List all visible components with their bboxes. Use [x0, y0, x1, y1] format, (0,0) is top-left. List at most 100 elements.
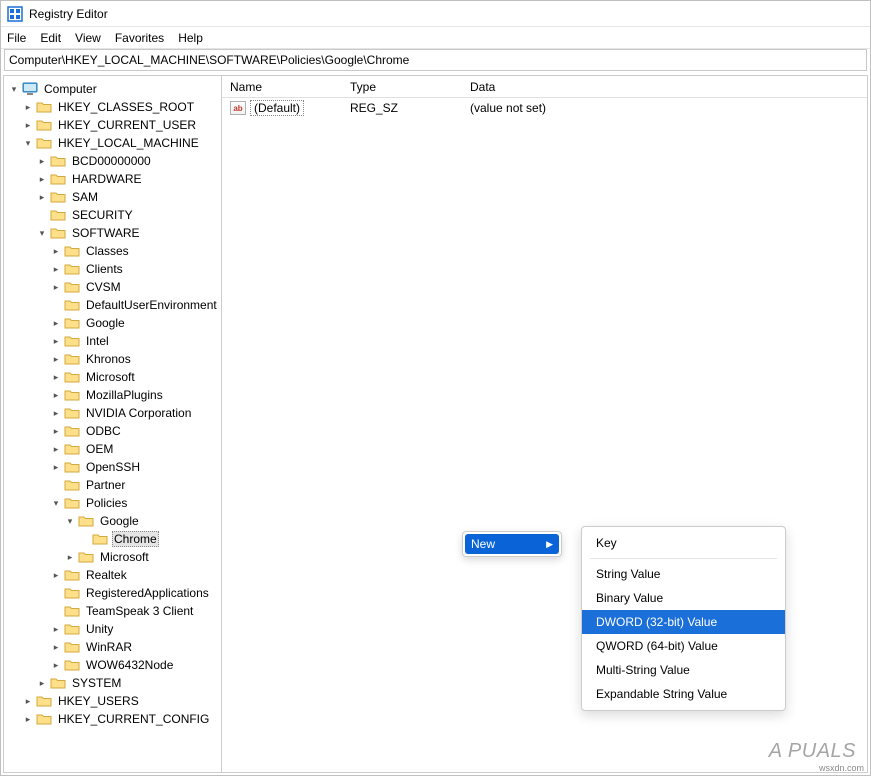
folder-icon — [64, 352, 80, 366]
tree-regapps[interactable]: ▸RegisteredApplications — [8, 584, 221, 602]
tree-microsoft-sw[interactable]: ▸Microsoft — [8, 368, 221, 386]
chevron-right-icon[interactable]: ▸ — [50, 425, 62, 437]
tree-clients[interactable]: ▸Clients — [8, 260, 221, 278]
list-row[interactable]: ab (Default) REG_SZ (value not set) — [222, 98, 867, 118]
chevron-right-icon[interactable]: ▸ — [36, 191, 48, 203]
folder-icon — [64, 640, 80, 654]
chevron-right-icon[interactable]: ▸ — [50, 443, 62, 455]
menu-view[interactable]: View — [75, 31, 101, 45]
tree-hkcu[interactable]: ▸ HKEY_CURRENT_USER — [8, 116, 221, 134]
chevron-right-icon[interactable]: ▸ — [22, 119, 34, 131]
tree-chrome[interactable]: ▸Chrome — [8, 530, 221, 548]
tree-cvsm[interactable]: ▸CVSM — [8, 278, 221, 296]
window-title: Registry Editor — [29, 7, 108, 21]
chevron-right-icon[interactable]: ▸ — [50, 263, 62, 275]
tree-hkcr[interactable]: ▸ HKEY_CLASSES_ROOT — [8, 98, 221, 116]
tree-sam[interactable]: ▸ SAM — [8, 188, 221, 206]
folder-icon — [50, 226, 66, 240]
chevron-down-icon[interactable]: ▾ — [8, 83, 20, 95]
menu-item-expandable-string-value[interactable]: Expandable String Value — [582, 682, 785, 706]
tree-hklm[interactable]: ▾ HKEY_LOCAL_MACHINE — [8, 134, 221, 152]
chevron-right-icon[interactable]: ▸ — [22, 713, 34, 725]
tree-unity[interactable]: ▸ Unity — [8, 620, 221, 638]
tree-hardware[interactable]: ▸ HARDWARE — [8, 170, 221, 188]
chevron-right-icon[interactable]: ▸ — [50, 623, 62, 635]
chevron-right-icon[interactable]: ▸ — [50, 569, 62, 581]
menu-item-dword-value[interactable]: DWORD (32-bit) Value — [582, 610, 785, 634]
tree-ts3[interactable]: ▸TeamSpeak 3 Client — [8, 602, 221, 620]
chevron-right-icon[interactable]: ▸ — [50, 461, 62, 473]
chevron-down-icon[interactable]: ▾ — [64, 515, 76, 527]
menu-item-new[interactable]: New ▶ — [465, 534, 559, 554]
chevron-down-icon[interactable]: ▾ — [50, 497, 62, 509]
chevron-right-icon[interactable]: ▸ — [50, 407, 62, 419]
col-name[interactable]: Name — [222, 80, 342, 94]
chevron-right-icon[interactable]: ▸ — [50, 641, 62, 653]
address-bar[interactable]: Computer\HKEY_LOCAL_MACHINE\SOFTWARE\Pol… — [4, 49, 867, 71]
chevron-right-icon[interactable]: ▸ — [36, 155, 48, 167]
tree-intel[interactable]: ▸Intel — [8, 332, 221, 350]
chevron-right-icon[interactable]: ▸ — [50, 353, 62, 365]
tree-policies[interactable]: ▾Policies — [8, 494, 221, 512]
menu-item-qword-value[interactable]: QWORD (64-bit) Value — [582, 634, 785, 658]
menu-edit[interactable]: Edit — [40, 31, 61, 45]
chevron-right-icon[interactable]: ▸ — [22, 101, 34, 113]
tree-mozilla[interactable]: ▸MozillaPlugins — [8, 386, 221, 404]
chevron-right-icon[interactable]: ▸ — [22, 695, 34, 707]
folder-icon — [64, 586, 80, 600]
tree-google-pol[interactable]: ▾Google — [8, 512, 221, 530]
tree-hku[interactable]: ▸HKEY_USERS — [8, 692, 221, 710]
folder-icon — [64, 604, 80, 618]
tree-label: Unity — [84, 622, 115, 636]
tree-khronos[interactable]: ▸Khronos — [8, 350, 221, 368]
menu-file[interactable]: File — [7, 31, 26, 45]
chevron-down-icon[interactable]: ▾ — [22, 137, 34, 149]
tree-software[interactable]: ▾ SOFTWARE — [8, 224, 221, 242]
tree-realtek[interactable]: ▸Realtek — [8, 566, 221, 584]
tree-system[interactable]: ▸SYSTEM — [8, 674, 221, 692]
tree-microsoft-pol[interactable]: ▸Microsoft — [8, 548, 221, 566]
chevron-right-icon[interactable]: ▸ — [36, 677, 48, 689]
chevron-right-icon[interactable]: ▸ — [36, 173, 48, 185]
menu-item-string-value[interactable]: String Value — [582, 562, 785, 586]
chevron-right-icon[interactable]: ▸ — [50, 245, 62, 257]
chevron-right-icon[interactable]: ▸ — [64, 551, 76, 563]
tree-view[interactable]: ▾ Computer ▸ HKEY_CLASSES_ROOT ▸ HKEY_CU… — [4, 76, 222, 772]
menu-help[interactable]: Help — [178, 31, 203, 45]
tree-odbc[interactable]: ▸ODBC — [8, 422, 221, 440]
tree-bcd[interactable]: ▸ BCD00000000 — [8, 152, 221, 170]
menu-item-label: New — [471, 537, 495, 551]
chevron-right-icon[interactable]: ▸ — [50, 335, 62, 347]
chevron-right-icon[interactable]: ▸ — [50, 389, 62, 401]
menu-item-multi-string-value[interactable]: Multi-String Value — [582, 658, 785, 682]
list-header: Name Type Data — [222, 76, 867, 98]
tree-oem[interactable]: ▸OEM — [8, 440, 221, 458]
string-value-icon: ab — [230, 101, 246, 115]
tree-computer[interactable]: ▾ Computer — [8, 80, 221, 98]
cell-data: (value not set) — [462, 101, 867, 115]
chevron-right-icon[interactable]: ▸ — [50, 371, 62, 383]
chevron-down-icon[interactable]: ▾ — [36, 227, 48, 239]
tree-due[interactable]: ▸DefaultUserEnvironment — [8, 296, 221, 314]
tree-google-sw[interactable]: ▸Google — [8, 314, 221, 332]
chevron-right-icon[interactable]: ▸ — [50, 659, 62, 671]
tree-label: NVIDIA Corporation — [84, 406, 193, 420]
cell-type: REG_SZ — [342, 101, 462, 115]
tree-classes[interactable]: ▸Classes — [8, 242, 221, 260]
menu-favorites[interactable]: Favorites — [115, 31, 164, 45]
tree-winrar[interactable]: ▸WinRAR — [8, 638, 221, 656]
chevron-right-icon[interactable]: ▸ — [50, 317, 62, 329]
folder-icon — [64, 334, 80, 348]
col-data[interactable]: Data — [462, 80, 867, 94]
tree-openssh[interactable]: ▸OpenSSH — [8, 458, 221, 476]
tree-security[interactable]: ▸ SECURITY — [8, 206, 221, 224]
tree-partner[interactable]: ▸Partner — [8, 476, 221, 494]
folder-icon — [64, 388, 80, 402]
tree-hkcc[interactable]: ▸HKEY_CURRENT_CONFIG — [8, 710, 221, 728]
tree-nvidia[interactable]: ▸ NVIDIA Corporation — [8, 404, 221, 422]
tree-wow64[interactable]: ▸WOW6432Node — [8, 656, 221, 674]
menu-item-binary-value[interactable]: Binary Value — [582, 586, 785, 610]
col-type[interactable]: Type — [342, 80, 462, 94]
menu-item-key[interactable]: Key — [582, 531, 785, 555]
chevron-right-icon[interactable]: ▸ — [50, 281, 62, 293]
